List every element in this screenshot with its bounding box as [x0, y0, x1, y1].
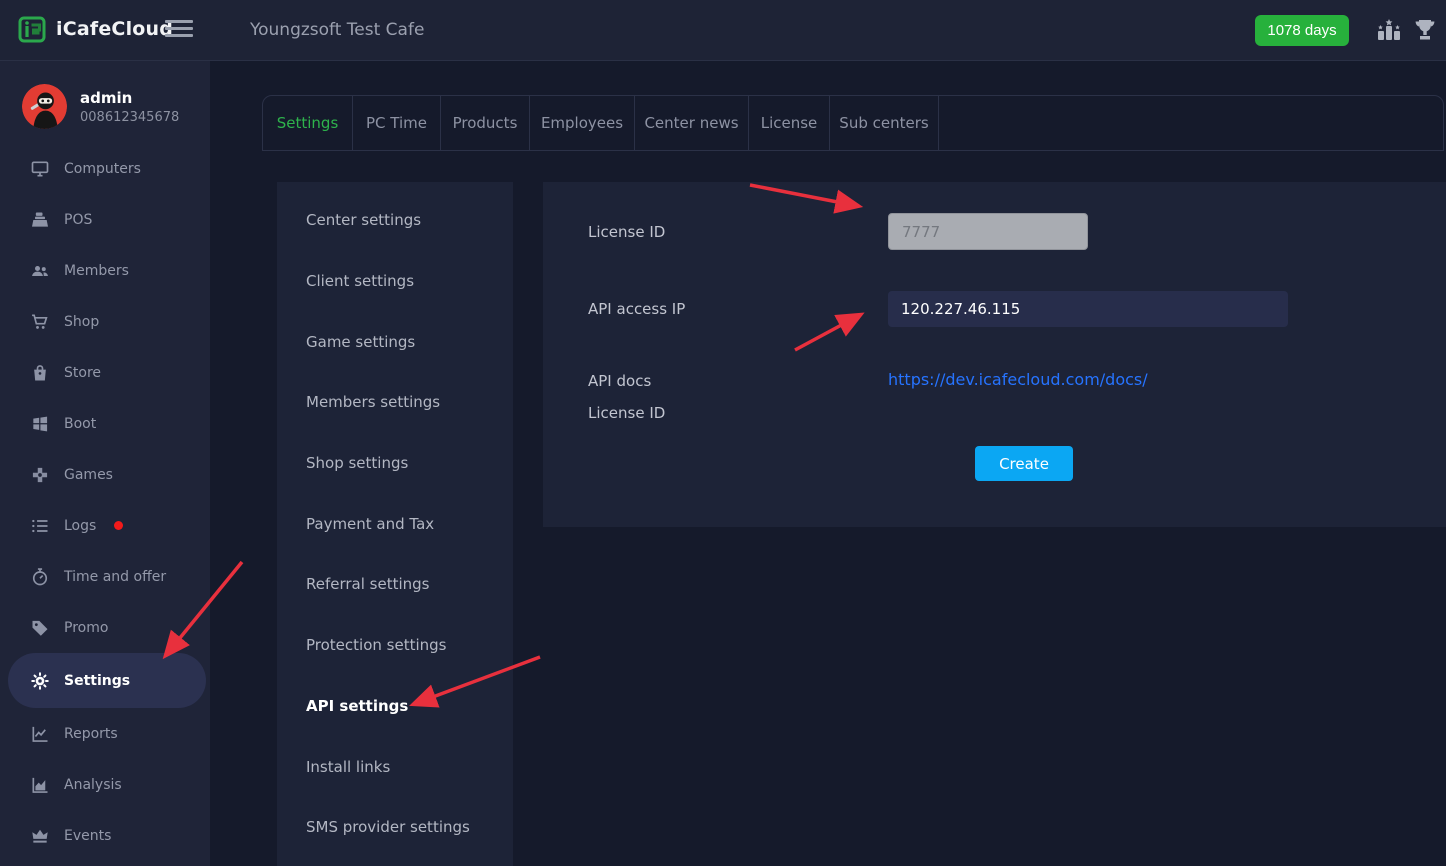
submenu-game-settings[interactable]: Game settings — [277, 311, 513, 372]
monitor-icon — [30, 159, 50, 179]
tag-icon — [30, 618, 50, 638]
sidebar-item-store[interactable]: Store — [0, 347, 210, 398]
app-logo[interactable]: iCafeCloud — [18, 14, 173, 44]
crown-icon — [30, 826, 50, 846]
create-button[interactable]: Create — [975, 446, 1073, 481]
sidebar-item-settings[interactable]: Settings — [8, 653, 206, 708]
license-id-label: License ID — [588, 404, 665, 422]
people-icon — [30, 261, 50, 281]
sidebar-item-events[interactable]: Events — [0, 810, 210, 861]
tab-sub-centers[interactable]: Sub centers — [830, 96, 939, 150]
area-chart-icon — [30, 775, 50, 795]
settings-submenu: Center settings Client settings Game set… — [277, 182, 513, 866]
submenu-install-links[interactable]: Install links — [277, 736, 513, 797]
tab-center-news[interactable]: Center news — [635, 96, 749, 150]
tab-products[interactable]: Products — [441, 96, 530, 150]
submenu-sms-provider-settings[interactable]: SMS provider settings — [277, 797, 513, 858]
menu-toggle-icon[interactable] — [165, 20, 193, 41]
cart-icon — [30, 312, 50, 332]
module-tabs: Settings PC Time Products Employees Cent… — [262, 95, 1444, 151]
logs-alert-dot — [114, 521, 123, 530]
avatar — [22, 84, 67, 129]
submenu-payment-and-tax[interactable]: Payment and Tax — [277, 493, 513, 554]
top-bar: iCafeCloud Youngzsoft Test Cafe 1078 day… — [0, 0, 1446, 61]
windows-icon — [30, 414, 50, 434]
sidebar-item-time-and-offer[interactable]: Time and offer — [0, 551, 210, 602]
submenu-members-settings[interactable]: Members settings — [277, 372, 513, 433]
tab-employees[interactable]: Employees — [530, 96, 635, 150]
sidebar-item-shop[interactable]: Shop — [0, 296, 210, 347]
sidebar-item-boot[interactable]: Boot — [0, 398, 210, 449]
cash-register-icon — [30, 210, 50, 230]
bag-icon — [30, 363, 50, 383]
trophy-icon[interactable] — [1411, 16, 1439, 44]
api-docs-label: API docs — [588, 372, 651, 390]
api-settings-form: License ID License ID API access IP API … — [543, 182, 1446, 527]
license-id-input — [888, 213, 1088, 250]
sidebar-nav: Computers POS Members Shop Store Boot Ga… — [0, 143, 210, 861]
user-name: admin — [80, 89, 179, 107]
icafecloud-logo-icon — [18, 14, 48, 44]
tab-settings[interactable]: Settings — [263, 96, 353, 150]
license-id-label-visible: License ID — [588, 223, 665, 241]
submenu-shop-settings[interactable]: Shop settings — [277, 433, 513, 494]
submenu-referral-settings[interactable]: Referral settings — [277, 554, 513, 615]
submenu-client-settings[interactable]: Client settings — [277, 251, 513, 312]
sidebar-item-reports[interactable]: Reports — [0, 708, 210, 759]
tab-license[interactable]: License — [749, 96, 830, 150]
leaderboard-icon[interactable] — [1375, 16, 1403, 44]
api-access-ip-input[interactable] — [888, 291, 1288, 327]
sidebar-item-pos[interactable]: POS — [0, 194, 210, 245]
api-access-ip-label: API access IP — [588, 300, 685, 318]
brand-name: iCafeCloud — [56, 18, 173, 40]
sidebar-item-members[interactable]: Members — [0, 245, 210, 296]
gear-icon — [30, 671, 50, 691]
sidebar-item-analysis[interactable]: Analysis — [0, 759, 210, 810]
list-icon — [30, 516, 50, 536]
sidebar-item-promo[interactable]: Promo — [0, 602, 210, 653]
submenu-protection-settings[interactable]: Protection settings — [277, 615, 513, 676]
sidebar-item-computers[interactable]: Computers — [0, 143, 210, 194]
stopwatch-icon — [30, 567, 50, 587]
sidebar-item-logs[interactable]: Logs — [0, 500, 210, 551]
tab-pc-time[interactable]: PC Time — [353, 96, 441, 150]
gamepad-icon — [30, 465, 50, 485]
submenu-api-settings[interactable]: API settings — [277, 676, 513, 737]
submenu-center-settings[interactable]: Center settings — [277, 190, 513, 251]
cafe-title: Youngzsoft Test Cafe — [250, 0, 424, 61]
user-profile[interactable]: admin 008612345678 — [22, 84, 179, 129]
sidebar-item-games[interactable]: Games — [0, 449, 210, 500]
sidebar: admin 008612345678 Computers POS Members… — [0, 61, 210, 866]
api-docs-link[interactable]: https://dev.icafecloud.com/docs/ — [888, 370, 1148, 389]
line-chart-icon — [30, 724, 50, 744]
user-phone: 008612345678 — [80, 110, 179, 125]
license-days-badge[interactable]: 1078 days — [1255, 15, 1349, 46]
